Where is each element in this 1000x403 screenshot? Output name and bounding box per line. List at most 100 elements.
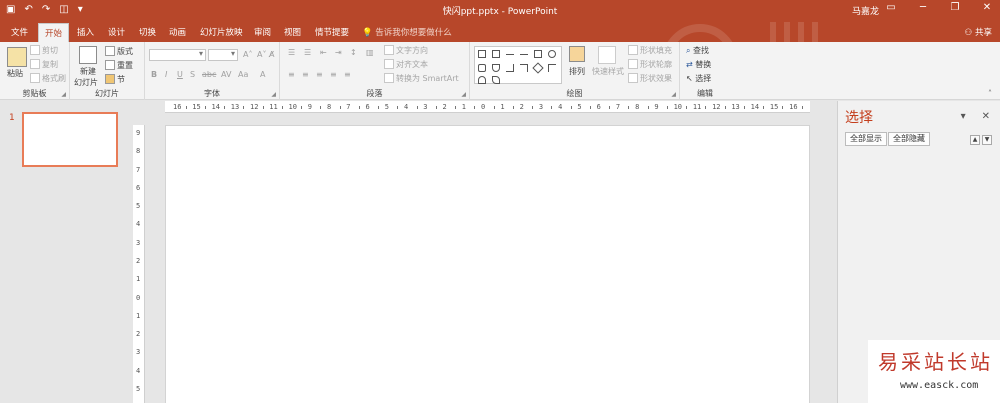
decrease-indent-icon[interactable]: ⇤ — [320, 48, 327, 57]
cut-button[interactable]: 剪切 — [30, 45, 58, 56]
shadow-icon[interactable]: S — [190, 70, 195, 79]
align-left-icon[interactable]: ≡ — [288, 70, 295, 79]
arrow-shape-icon[interactable] — [520, 54, 528, 55]
new-slide-button-line1[interactable]: 新建 — [80, 66, 96, 77]
font-color-icon[interactable]: A — [260, 70, 265, 79]
layout-button[interactable]: 版式 — [105, 46, 133, 57]
font-size-select[interactable] — [208, 49, 238, 61]
grow-font-icon[interactable]: A˄ — [243, 50, 252, 59]
pane-options-icon[interactable]: ▾ — [961, 111, 966, 122]
distributed-icon[interactable]: ≡ — [344, 70, 351, 79]
tab-design[interactable]: 设计 — [108, 26, 125, 38]
tab-transitions[interactable]: 切换 — [139, 26, 156, 38]
align-right-icon[interactable]: ≡ — [316, 70, 323, 79]
drawing-launcher-icon[interactable]: ◢ — [671, 91, 676, 98]
freeform-shape-icon[interactable] — [478, 76, 486, 84]
hide-all-button[interactable]: 全部隐藏 — [888, 132, 930, 146]
columns-icon[interactable]: ▥ — [366, 48, 374, 57]
clear-format-icon[interactable]: A̸ — [269, 50, 274, 59]
new-slide-button-line2[interactable]: 幻灯片 — [74, 77, 98, 88]
shape-effects-button[interactable]: 形状效果 — [628, 73, 672, 84]
char-spacing-icon[interactable]: AV — [221, 70, 231, 79]
format-painter-button[interactable]: 格式刷 — [30, 73, 66, 84]
tell-me-box[interactable]: 💡 告诉我你想要做什么 — [362, 26, 452, 38]
cursor-icon: ↖ — [686, 74, 693, 83]
align-center-icon[interactable]: ≡ — [302, 70, 309, 79]
align-text-button[interactable]: 对齐文本 — [384, 59, 428, 70]
user-name[interactable]: 马嘉龙 — [852, 4, 879, 17]
arrow-right-shape-icon[interactable] — [532, 62, 544, 74]
paragraph-launcher-icon[interactable]: ◢ — [461, 91, 466, 98]
tab-view[interactable]: 视图 — [284, 26, 301, 38]
arrange-button[interactable]: 排列 — [569, 66, 585, 77]
copy-button[interactable]: 复制 — [30, 59, 58, 70]
show-all-button[interactable]: 全部显示 — [845, 132, 887, 146]
replace-button[interactable]: ⇄ 替换 — [686, 59, 711, 70]
line-spacing-icon[interactable]: ↕ — [350, 48, 357, 57]
bold-icon[interactable]: B — [151, 70, 157, 79]
send-backward-icon[interactable]: ▼ — [982, 135, 992, 145]
change-case-icon[interactable]: Aa — [238, 70, 248, 79]
tab-file[interactable]: 文件 — [11, 26, 28, 38]
rectangle-shape-icon[interactable] — [534, 50, 542, 58]
tab-animations[interactable]: 动画 — [169, 26, 186, 38]
restore-icon[interactable]: ❐ — [948, 2, 962, 13]
tab-slideshow[interactable]: 幻灯片放映 — [200, 26, 243, 38]
curve-shape-icon[interactable] — [492, 76, 500, 84]
font-launcher-icon[interactable]: ◢ — [271, 91, 276, 98]
new-slide-icon[interactable] — [79, 46, 97, 64]
ruler-tick — [666, 106, 668, 109]
vertical-ruler[interactable]: 9 8 7 6 5 4 3 2 1 0 1 2 3 4 5 — [133, 125, 145, 403]
italic-icon[interactable]: I — [165, 70, 167, 79]
convert-smartart-button[interactable]: 转换为 SmartArt — [384, 73, 459, 84]
arrange-icon[interactable] — [569, 46, 585, 62]
ruler-number: 4 — [404, 103, 409, 111]
connector-shape-icon[interactable] — [506, 64, 514, 72]
quick-styles-icon[interactable] — [598, 46, 616, 64]
clipboard-launcher-icon[interactable]: ◢ — [61, 91, 66, 98]
shrink-font-icon[interactable]: A˅ — [257, 50, 266, 59]
tab-storyboarding[interactable]: 情节提要 — [315, 26, 349, 38]
elbow-shape-icon[interactable] — [520, 64, 528, 72]
rounded-rect-shape-icon[interactable] — [478, 64, 486, 72]
bring-forward-icon[interactable]: ▲ — [970, 135, 980, 145]
triangle-shape-icon[interactable] — [492, 64, 500, 72]
justify-icon[interactable]: ≡ — [330, 70, 337, 79]
font-name-select[interactable] — [149, 49, 206, 61]
vertical-textbox-shape-icon[interactable] — [492, 50, 500, 58]
collapse-ribbon-icon[interactable]: ˄ — [988, 88, 992, 99]
ruler-number: 3 — [538, 103, 544, 111]
share-button[interactable]: ⚇ 共享 — [965, 26, 992, 38]
slide-canvas[interactable] — [165, 125, 810, 403]
tab-home[interactable]: 开始 — [38, 23, 70, 42]
find-button[interactable]: ⌕ 查找 — [686, 45, 709, 56]
select-button[interactable]: ↖ 选择 — [686, 73, 711, 84]
bullets-icon[interactable]: ☰ — [288, 48, 295, 57]
reset-button[interactable]: 重置 — [105, 60, 133, 71]
oval-shape-icon[interactable] — [548, 50, 556, 58]
quick-styles-button[interactable]: 快速样式 — [592, 66, 624, 77]
line-shape-icon[interactable] — [506, 54, 514, 55]
ruler-number: 1 — [500, 103, 505, 111]
tab-insert[interactable]: 插入 — [77, 26, 94, 38]
tab-review[interactable]: 审阅 — [254, 26, 271, 38]
numbering-icon[interactable]: ☰ — [304, 48, 311, 57]
ribbon-display-icon[interactable]: ▭ — [884, 2, 898, 13]
strikethrough-icon[interactable]: abc — [202, 70, 216, 79]
text-direction-button[interactable]: 文字方向 — [384, 45, 428, 56]
slide-thumbnail[interactable] — [22, 112, 118, 167]
textbox-shape-icon[interactable] — [478, 50, 486, 58]
bracket-shape-icon[interactable] — [548, 64, 556, 72]
shape-fill-button[interactable]: 形状填充 — [628, 45, 672, 56]
pane-close-icon[interactable]: ✕ — [982, 111, 990, 122]
minimize-icon[interactable]: ─ — [916, 2, 930, 13]
shapes-gallery[interactable] — [474, 46, 562, 84]
increase-indent-icon[interactable]: ⇥ — [335, 48, 342, 57]
underline-icon[interactable]: U — [177, 70, 183, 79]
close-icon[interactable]: ✕ — [980, 2, 994, 13]
horizontal-ruler[interactable]: 16 15 14 13 12 11 10 9 8 7 6 5 4 3 2 1 0 1 2 3 4 5 6 7 8 9 10 11 12 1… — [165, 101, 810, 113]
section-button[interactable]: 节 — [105, 74, 125, 85]
paste-button[interactable]: 粘贴 — [7, 68, 23, 79]
shape-outline-button[interactable]: 形状轮廓 — [628, 59, 672, 70]
paste-icon[interactable] — [7, 47, 27, 67]
